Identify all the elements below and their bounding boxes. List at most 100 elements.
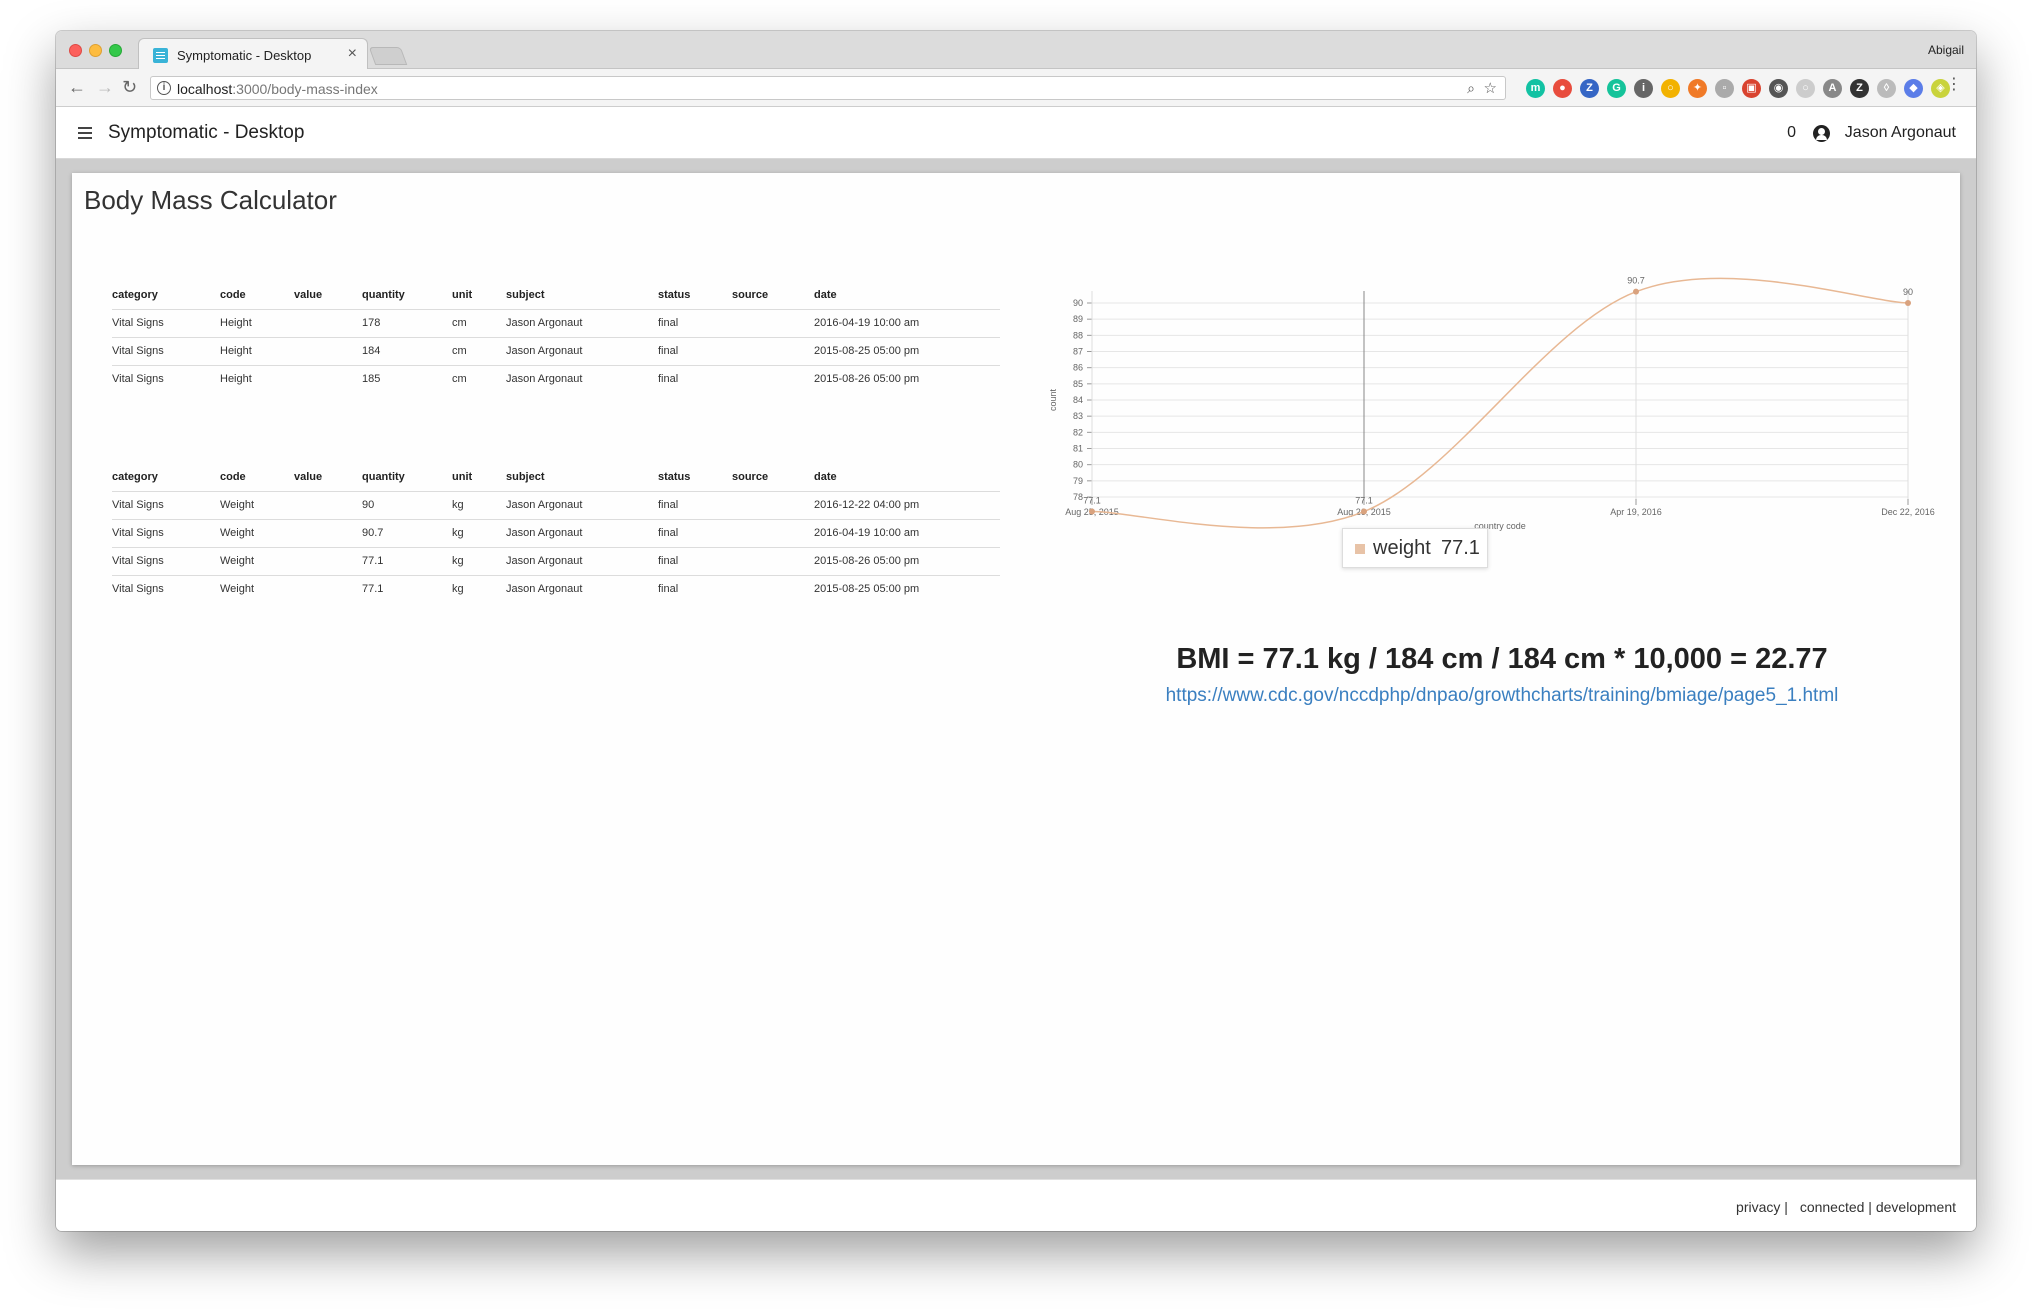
y-tick-label: 85	[1073, 379, 1083, 389]
new-tab-button[interactable]	[368, 47, 408, 65]
zoom-icon[interactable]: ⌕	[1467, 80, 1475, 97]
cdc-reference-link[interactable]: https://www.cdc.gov/nccdphp/dnpao/growth…	[1072, 685, 1932, 707]
table-cell-status: final	[658, 364, 732, 393]
column-header-code[interactable]: code	[220, 465, 294, 491]
column-header-value[interactable]: value	[294, 465, 362, 491]
table-cell-source	[732, 336, 814, 365]
browser-window: Symptomatic - Desktop × Abigail ← → ↻ i …	[56, 31, 1976, 1231]
extension-dark-icon[interactable]: ◉	[1769, 78, 1788, 98]
extension-orange-icon[interactable]: ✦	[1688, 78, 1707, 98]
table-cell-value	[294, 308, 362, 337]
column-header-quantity[interactable]: quantity	[362, 283, 452, 309]
bmi-formula: BMI = 77.1 kg / 184 cm / 184 cm * 10,000…	[1176, 643, 1828, 675]
table-cell-unit: cm	[452, 336, 506, 365]
extension-a-icon[interactable]: A	[1823, 78, 1842, 98]
column-header-category[interactable]: category	[112, 465, 220, 491]
extension-light-icon[interactable]: ○	[1796, 78, 1815, 98]
maximize-window-button[interactable]	[109, 44, 122, 57]
column-header-code[interactable]: code	[220, 283, 294, 309]
extension-yellow-icon[interactable]: ○	[1661, 78, 1680, 98]
table-cell-date: 2016-04-19 10:00 am	[814, 308, 1000, 337]
extension-m-icon[interactable]: m	[1526, 78, 1545, 98]
weight-series-line	[1091, 277, 1909, 529]
user-name[interactable]: Jason Argonaut	[1845, 124, 1956, 142]
hamburger-menu-icon[interactable]	[78, 127, 92, 139]
browser-tab[interactable]: Symptomatic - Desktop ×	[138, 38, 368, 70]
footer-text: privacy | connected | development	[1728, 1199, 1956, 1215]
table-row[interactable]: Vital Signs Height 184 cm Jason Argonaut fina…	[112, 336, 1000, 365]
chart-tooltip: weight 77.1	[1342, 528, 1488, 568]
table-cell-subject: Jason Argonaut	[506, 518, 658, 547]
table-row[interactable]: Vital Signs Weight 90.7 kg Jason Argonaut fin…	[112, 518, 1000, 547]
table-cell-quantity: 184	[362, 336, 452, 365]
table-cell-unit: kg	[452, 518, 506, 547]
column-header-source[interactable]: source	[732, 465, 814, 491]
privacy-link[interactable]: privacy |	[1736, 1199, 1788, 1215]
back-arrow-icon[interactable]: ←	[68, 78, 86, 96]
table-cell-category: Vital Signs	[112, 336, 220, 365]
favicon-icon	[153, 48, 168, 63]
table-cell-quantity: 90.7	[362, 518, 452, 547]
info-icon[interactable]: i	[157, 81, 171, 95]
notification-count[interactable]: 0	[1787, 124, 1796, 142]
table-cell-status: final	[658, 518, 732, 547]
table-cell-subject: Jason Argonaut	[506, 546, 658, 575]
data-point	[1905, 300, 1911, 306]
table-header-row: category code value quantity unit subject stat…	[112, 465, 1000, 491]
table-row[interactable]: Vital Signs Height 178 cm Jason Argonaut fina…	[112, 308, 1000, 337]
extension-info-icon[interactable]: i	[1634, 78, 1653, 98]
minimize-window-button[interactable]	[89, 44, 102, 57]
table-cell-code: Weight	[220, 490, 294, 519]
url-text[interactable]: localhost:3000/body-mass-index	[177, 81, 378, 97]
extension-red-icon[interactable]: ●	[1553, 78, 1572, 98]
y-tick-label: 88	[1073, 330, 1083, 340]
column-header-subject[interactable]: subject	[506, 465, 658, 491]
close-window-button[interactable]	[69, 44, 82, 57]
table-cell-category: Vital Signs	[112, 308, 220, 337]
url-host: localhost	[177, 81, 233, 97]
table-cell-category: Vital Signs	[112, 364, 220, 393]
column-header-subject[interactable]: subject	[506, 283, 658, 309]
extension-gray-icon[interactable]: ▫	[1715, 78, 1734, 98]
column-header-value[interactable]: value	[294, 283, 362, 309]
extension-grammarly-icon[interactable]: G	[1607, 78, 1626, 98]
y-tick-label: 86	[1073, 363, 1083, 373]
bookmark-star-icon[interactable]: ☆	[1484, 79, 1497, 97]
table-cell-quantity: 90	[362, 490, 452, 519]
forward-arrow-icon[interactable]: →	[96, 78, 114, 96]
close-tab-icon[interactable]: ×	[348, 45, 357, 63]
column-header-status[interactable]: status	[658, 283, 732, 309]
column-header-date[interactable]: date	[814, 465, 1000, 491]
column-header-category[interactable]: category	[112, 283, 220, 309]
table-cell-date: 2016-12-22 04:00 pm	[814, 490, 1000, 519]
column-header-unit[interactable]: unit	[452, 283, 506, 309]
column-header-unit[interactable]: unit	[452, 465, 506, 491]
account-circle-icon[interactable]	[1813, 125, 1830, 142]
table-row[interactable]: Vital Signs Weight 90 kg Jason Argonaut final…	[112, 490, 1000, 519]
extension-image-icon[interactable]: ▣	[1742, 78, 1761, 98]
column-header-quantity[interactable]: quantity	[362, 465, 452, 491]
table-cell-subject: Jason Argonaut	[506, 364, 658, 393]
extension-shield-icon[interactable]: ◊	[1877, 78, 1896, 98]
table-cell-source	[732, 546, 814, 575]
connection-status: connected | development	[1799, 1199, 1956, 1215]
browser-toolbar: ← → ↻ i localhost:3000/body-mass-index ⌕…	[56, 69, 1976, 107]
reload-icon[interactable]: ↻	[122, 78, 137, 96]
column-header-date[interactable]: date	[814, 283, 1000, 309]
y-axis-label: count	[1048, 388, 1058, 411]
address-bar[interactable]: i localhost:3000/body-mass-index ⌕ ☆	[150, 76, 1506, 100]
y-tick-label: 78	[1073, 492, 1083, 502]
table-row[interactable]: Vital Signs Weight 77.1 kg Jason Argonaut fin…	[112, 546, 1000, 575]
table-row[interactable]: Vital Signs Height 185 cm Jason Argonaut fina…	[112, 364, 1000, 393]
table-row[interactable]: Vital Signs Weight 77.1 kg Jason Argonaut fin…	[112, 574, 1000, 603]
profile-name[interactable]: Abigail	[1928, 43, 1964, 57]
table-cell-code: Height	[220, 308, 294, 337]
extension-zotero-icon[interactable]: Z	[1850, 78, 1869, 98]
column-header-source[interactable]: source	[732, 283, 814, 309]
table-cell-category: Vital Signs	[112, 518, 220, 547]
extension-z-icon[interactable]: Z	[1580, 78, 1599, 98]
extension-blue-icon[interactable]: ◆	[1904, 78, 1923, 98]
table-cell-unit: kg	[452, 546, 506, 575]
browser-menu-icon[interactable]: ⋮	[1946, 77, 1962, 93]
column-header-status[interactable]: status	[658, 465, 732, 491]
